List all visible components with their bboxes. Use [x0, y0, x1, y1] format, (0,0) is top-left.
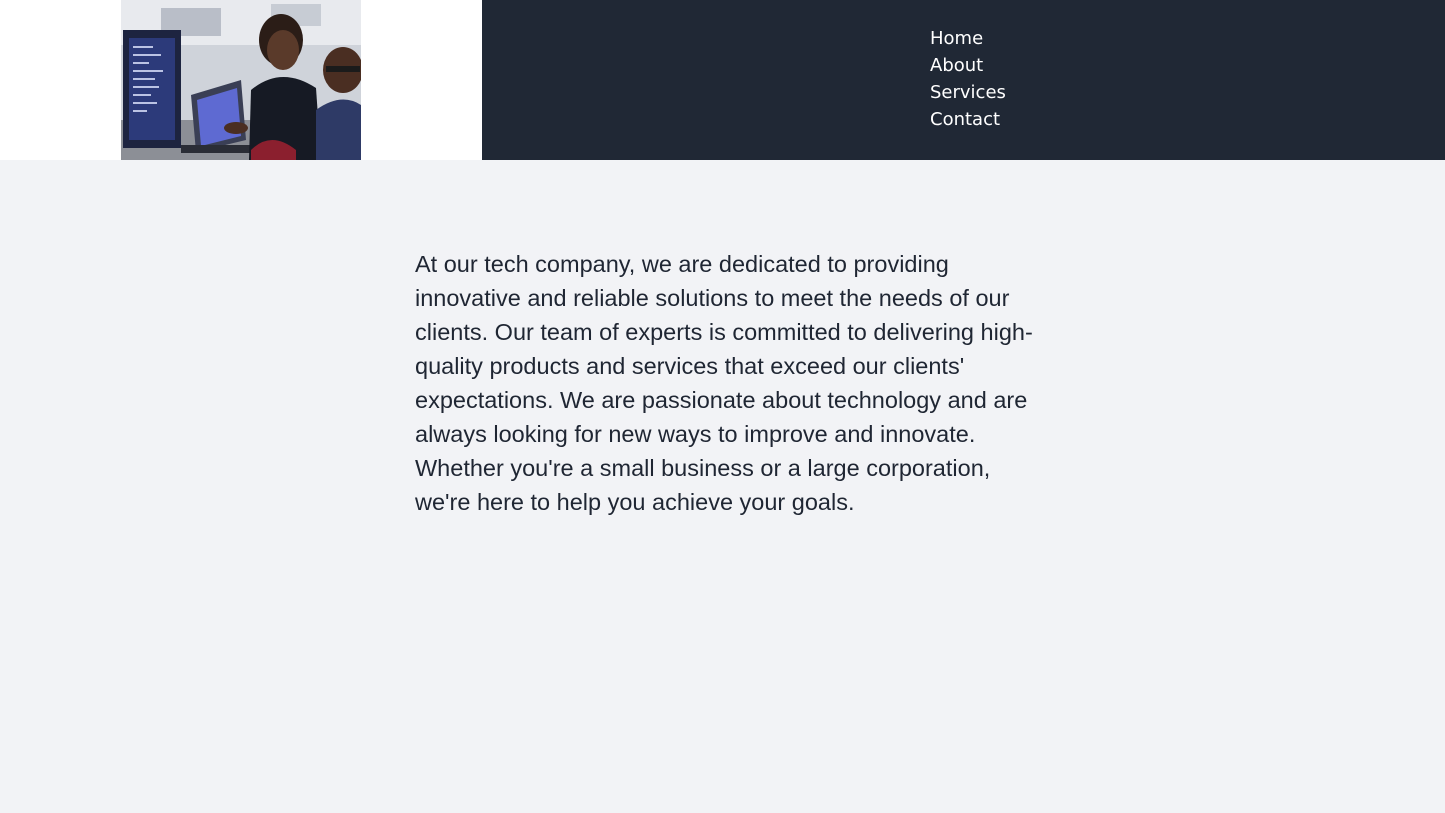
nav-item-contact: Contact — [930, 108, 1006, 135]
nav-link-services[interactable]: Services — [930, 82, 1006, 103]
nav-link-contact[interactable]: Contact — [930, 109, 1000, 130]
nav-menu: Home About Services Contact — [930, 27, 1006, 135]
nav-item-services: Services — [930, 81, 1006, 108]
company-intro-paragraph: At our tech company, we are dedicated to… — [415, 251, 1033, 515]
nav-link-about[interactable]: About — [930, 55, 983, 76]
nav-item-about: About — [930, 54, 1006, 81]
team-photo — [121, 0, 361, 160]
nav-link-home[interactable]: Home — [930, 28, 983, 49]
nav-bar: Home About Services Contact — [482, 0, 1445, 160]
site-header: Home About Services Contact — [0, 0, 1445, 160]
nav-item-home: Home — [930, 27, 1006, 54]
photo-illustration — [121, 0, 361, 160]
main-content: At our tech company, we are dedicated to… — [415, 247, 1045, 519]
header-image-area — [0, 0, 482, 160]
